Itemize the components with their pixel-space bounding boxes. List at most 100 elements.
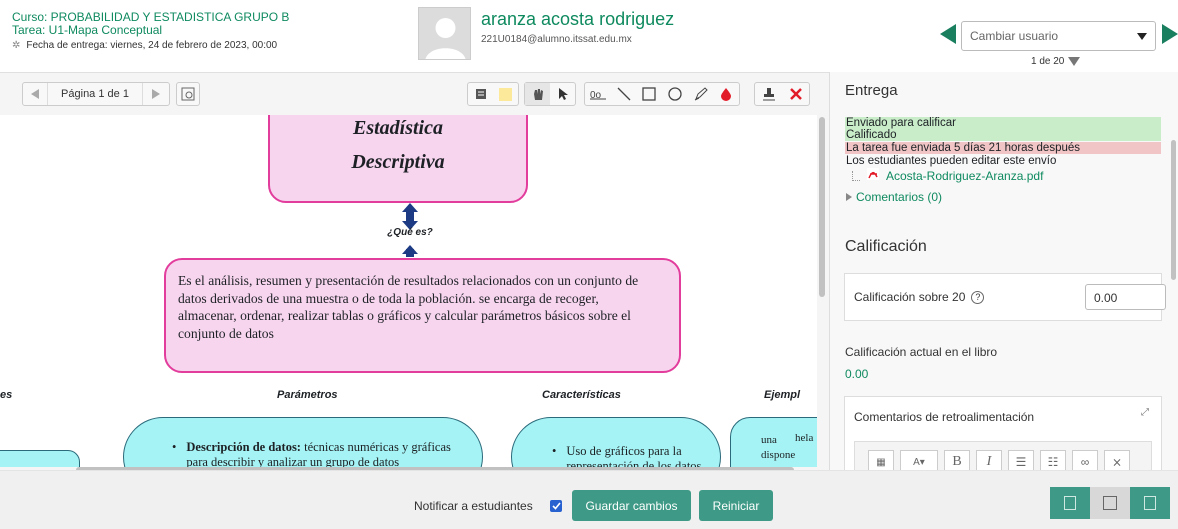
pdf-file-icon [866,167,880,184]
comment-color-icon[interactable] [493,83,518,105]
color-drop-icon[interactable] [713,83,739,105]
grade-input[interactable]: 0.00 [1085,284,1166,310]
feedback-label: Comentarios de retroalimentación [854,410,1035,424]
column-caracteristicas: Características [542,389,621,401]
annotation-toolbar: Página 1 de 1 0o [0,73,829,113]
notify-checkbox[interactable] [550,500,562,512]
pen-icon[interactable] [688,83,714,105]
stamp-delete-tools [754,82,810,106]
link-icon[interactable]: ∞ [1072,450,1098,470]
parametros-item-text: Descripción de datos: técnicas numéricas… [186,440,462,467]
submission-file-link[interactable]: Acosta-Rodriguez-Aranza.pdf [886,169,1043,183]
comment-tools [467,82,519,106]
unordered-list-icon[interactable]: ☰ [1008,450,1034,470]
pan-icon[interactable] [525,83,551,105]
change-user-select[interactable]: Cambiar usuario [961,21,1156,51]
course-link[interactable]: Curso: PROBABILIDAD Y ESTADISTICA GRUPO … [12,11,289,23]
layout-split-icon [1103,496,1117,510]
due-date: ✲ Fecha de entrega: viernes, 24 de febre… [12,40,277,51]
drawing-tools: 0o [584,82,740,106]
italic-icon[interactable]: I [976,450,1002,470]
previous-user-icon[interactable] [940,24,956,44]
current-grade-value: 0.00 [845,367,869,381]
view-collapse-review-button[interactable] [1050,487,1090,519]
stamp-icon[interactable] [755,83,782,105]
user-counter: 1 de 20 [1031,56,1081,67]
parametros-item: • Descripción de datos: técnicas numéric… [172,440,462,467]
navigation-tools [524,82,576,106]
user-name[interactable]: aranza acosta rodriguez [481,9,674,30]
status-submitted: Enviado para calificar [845,117,1161,129]
grader-header: Curso: PROBABILIDAD Y ESTADISTICA GRUPO … [0,0,1178,72]
oval-icon[interactable] [662,83,688,105]
pdf-page[interactable]: Estadística Descriptiva ¿Qué es? Es el a… [0,115,817,467]
connector-label: ¿Qué es? [387,227,433,238]
grader-footer: Notificar a estudiantes Guardar cambios … [0,470,1178,529]
search-comments-icon [177,83,199,105]
concept-title-line2: Descriptiva [351,151,445,173]
bullet-icon: • [552,444,557,458]
view-default-button[interactable] [1090,487,1130,519]
concept-box-caracteristicas: • Uso de gráficos para la representación… [511,417,721,467]
concept-box-parametros: • Descripción de datos: técnicas numéric… [123,417,483,467]
caracteristicas-item: • Uso de gráficos para la representación… [552,444,712,467]
gear-icon: ✲ [12,40,21,51]
delete-icon[interactable] [782,83,809,105]
help-icon[interactable]: ? [971,290,985,304]
grade-label: Calificación sobre 20 ? [854,290,985,304]
due-date-text: Fecha de entrega: viernes, 24 de febrero… [26,40,278,51]
comments-toggle-label: Comentarios (0) [856,190,943,204]
task-link[interactable]: Tarea: U1-Mapa Conceptual [12,24,162,36]
change-user-placeholder: Cambiar usuario [970,29,1059,43]
editor-toolbar: ▦ A▾ B I ☰ ☷ ∞ ⨯ [854,441,1152,470]
comments-toggle[interactable]: Comentarios (0) [846,190,942,204]
ordered-list-icon[interactable]: ☷ [1040,450,1066,470]
entrega-title: Entrega [845,82,898,99]
grading-panel: Entrega Enviado para calificar Calificad… [829,72,1178,470]
column-partial: es [0,389,13,401]
grade-card: Calificación sobre 20 ? 0.00 [844,273,1166,321]
notify-label: Notificar a estudiantes [414,499,533,513]
expand-icon[interactable]: ⤢ [1141,407,1149,418]
reset-button[interactable]: Reiniciar [699,490,773,521]
grade-label-text: Calificación sobre 20 [854,290,966,304]
unlink-icon[interactable]: ⨯ [1104,450,1130,470]
search-comments-button[interactable] [176,82,200,106]
editor-buttons: ▦ A▾ B I ☰ ☷ ∞ ⨯ [868,450,1130,470]
filter-icon[interactable] [1068,57,1081,66]
next-user-icon[interactable] [1162,24,1178,44]
column-ejemplos: Ejempl [764,389,801,401]
previous-page-icon[interactable] [23,83,47,105]
layout-right-icon [1144,496,1156,510]
concept-box-left [0,450,80,467]
caret-right-icon [846,193,852,201]
next-page-icon[interactable] [143,83,169,105]
ejemplo-text-1: una [761,434,777,446]
definition-text: Es el análisis, resumen y presentación d… [178,273,639,341]
ejemplo-text-2: hela [795,432,814,444]
bold-icon[interactable]: B [944,450,970,470]
rectangle-icon[interactable] [636,83,662,105]
status-graded: Calificado [845,129,1161,141]
definition-box: Es el análisis, resumen y presentación d… [164,258,681,373]
parametros-bold: Descripción de datos: [186,440,301,454]
font-size-icon[interactable]: A▾ [900,450,938,470]
comment-icon[interactable] [468,83,493,105]
page-select[interactable]: Página 1 de 1 [47,83,143,105]
user-counter-text: 1 de 20 [1031,56,1065,67]
view-collapse-grade-button[interactable] [1130,487,1170,519]
select-arrow-icon[interactable] [550,83,575,105]
toolbar-toggle-icon[interactable]: ▦ [868,450,894,470]
vertical-scrollbar[interactable] [819,117,825,297]
layout-left-icon [1064,496,1076,510]
stamp-text-icon[interactable]: 0o [585,83,611,105]
panel-scrollbar[interactable] [1171,140,1176,280]
line-icon[interactable] [611,83,637,105]
save-button[interactable]: Guardar cambios [572,490,691,521]
status-editable: Los estudiantes pueden editar este envío [846,155,1057,167]
submission-file: Acosta-Rodriguez-Aranza.pdf [852,167,1043,184]
caracteristicas-text: Uso de gráficos para la representación d… [566,444,702,467]
concept-box-ejemplos: una hela dispone [730,417,817,467]
pdf-viewer: Página 1 de 1 0o Estadística Descriptiva… [0,72,829,470]
calificacion-title: Calificación [845,238,927,255]
